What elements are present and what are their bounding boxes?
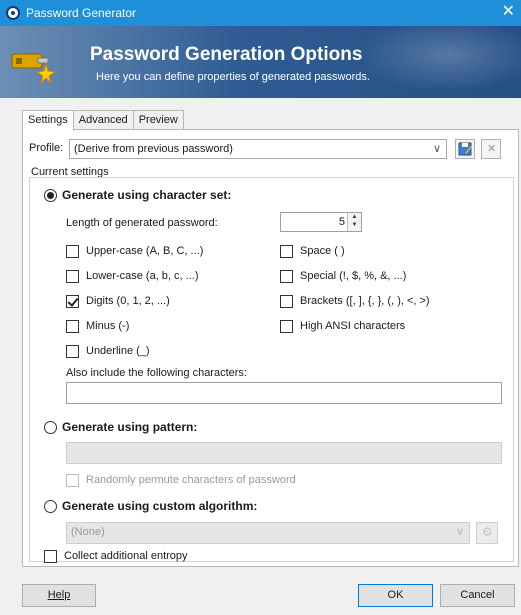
custom-radio[interactable] xyxy=(44,500,57,513)
header-banner: Password Generation Options Here you can… xyxy=(0,26,521,98)
save-profile-button[interactable] xyxy=(455,139,475,159)
profile-label: Profile: xyxy=(29,142,64,154)
chevron-down-icon: ∨ xyxy=(455,526,464,538)
gear-icon: ⚙ xyxy=(482,525,493,539)
custom-algorithm-value: (None) xyxy=(71,526,105,538)
digits-label: Digits (0, 1, 2, ...) xyxy=(86,295,170,307)
pattern-input[interactable] xyxy=(66,442,502,464)
entropy-label: Collect additional entropy xyxy=(64,550,188,562)
special-checkbox[interactable] xyxy=(280,270,293,283)
title-bar: Password Generator ✕ xyxy=(0,0,521,26)
uppercase-label: Upper-case (A, B, C, ...) xyxy=(86,245,204,257)
help-button[interactable]: Help xyxy=(22,584,96,607)
permute-label: Randomly permute characters of password xyxy=(86,474,296,486)
pattern-radio[interactable] xyxy=(44,421,57,434)
lowercase-checkbox[interactable] xyxy=(66,270,79,283)
tab-strip: Settings Advanced Preview xyxy=(22,110,184,131)
tab-advanced[interactable]: Advanced xyxy=(72,110,134,130)
underline-label: Underline (_) xyxy=(86,345,150,357)
also-include-input[interactable] xyxy=(66,382,502,404)
brackets-label: Brackets ([, ], {, }, (, ), <, >) xyxy=(300,295,430,307)
high-ansi-label: High ANSI characters xyxy=(300,320,406,332)
delete-profile-icon: ✕ xyxy=(487,143,497,155)
entropy-checkbox[interactable] xyxy=(44,550,57,563)
save-profile-icon xyxy=(458,142,472,156)
banner-subheading: Here you can define properties of genera… xyxy=(96,71,370,83)
permute-checkbox[interactable] xyxy=(66,474,79,487)
length-value: 5 xyxy=(338,216,345,228)
space-checkbox[interactable] xyxy=(280,245,293,258)
ok-button[interactable]: OK xyxy=(358,584,433,607)
length-label: Length of generated password: xyxy=(66,217,218,229)
banner-heading: Password Generation Options xyxy=(90,44,363,65)
pattern-label: Generate using pattern: xyxy=(62,420,198,434)
special-label: Special (!, $, %, &, ...) xyxy=(300,270,407,282)
charset-label: Generate using character set: xyxy=(62,188,232,202)
custom-label: Generate using custom algorithm: xyxy=(62,499,258,513)
key-sparkle-icon xyxy=(11,53,57,84)
delete-profile-button[interactable]: ✕ xyxy=(481,139,501,159)
settings-panel: Profile: (Derive from previous password)… xyxy=(22,129,519,567)
tab-preview[interactable]: Preview xyxy=(132,110,184,130)
underline-checkbox[interactable] xyxy=(66,345,79,358)
tab-settings[interactable]: Settings xyxy=(22,110,74,131)
high-ansi-checkbox[interactable] xyxy=(280,320,293,333)
current-settings-group: Generate using character set: Length of … xyxy=(29,177,514,563)
cancel-button[interactable]: Cancel xyxy=(440,584,515,607)
close-button[interactable]: ✕ xyxy=(502,3,515,21)
minus-label: Minus (-) xyxy=(86,320,130,332)
digits-checkbox[interactable] xyxy=(66,295,79,308)
charset-radio[interactable] xyxy=(44,189,57,202)
also-include-label: Also include the following characters: xyxy=(66,367,247,379)
dialog-body: Settings Advanced Preview Profile: (Deri… xyxy=(0,98,521,615)
profile-select[interactable]: (Derive from previous password) ∨ xyxy=(69,139,447,159)
lowercase-label: Lower-case (a, b, c, ...) xyxy=(86,270,199,282)
window-title: Password Generator xyxy=(26,6,137,20)
space-label: Space ( ) xyxy=(300,245,345,257)
custom-algorithm-options-button[interactable]: ⚙ xyxy=(476,522,498,544)
stepper-arrows-icon[interactable]: ▲ ▼ xyxy=(347,213,361,231)
custom-algorithm-select[interactable]: (None) ∨ xyxy=(66,522,470,544)
app-icon xyxy=(6,6,20,20)
brackets-checkbox[interactable] xyxy=(280,295,293,308)
length-stepper[interactable]: 5 ▲ ▼ xyxy=(280,212,362,232)
profile-value: (Derive from previous password) xyxy=(74,143,233,155)
uppercase-checkbox[interactable] xyxy=(66,245,79,258)
minus-checkbox[interactable] xyxy=(66,320,79,333)
chevron-down-icon: ∨ xyxy=(432,143,441,155)
